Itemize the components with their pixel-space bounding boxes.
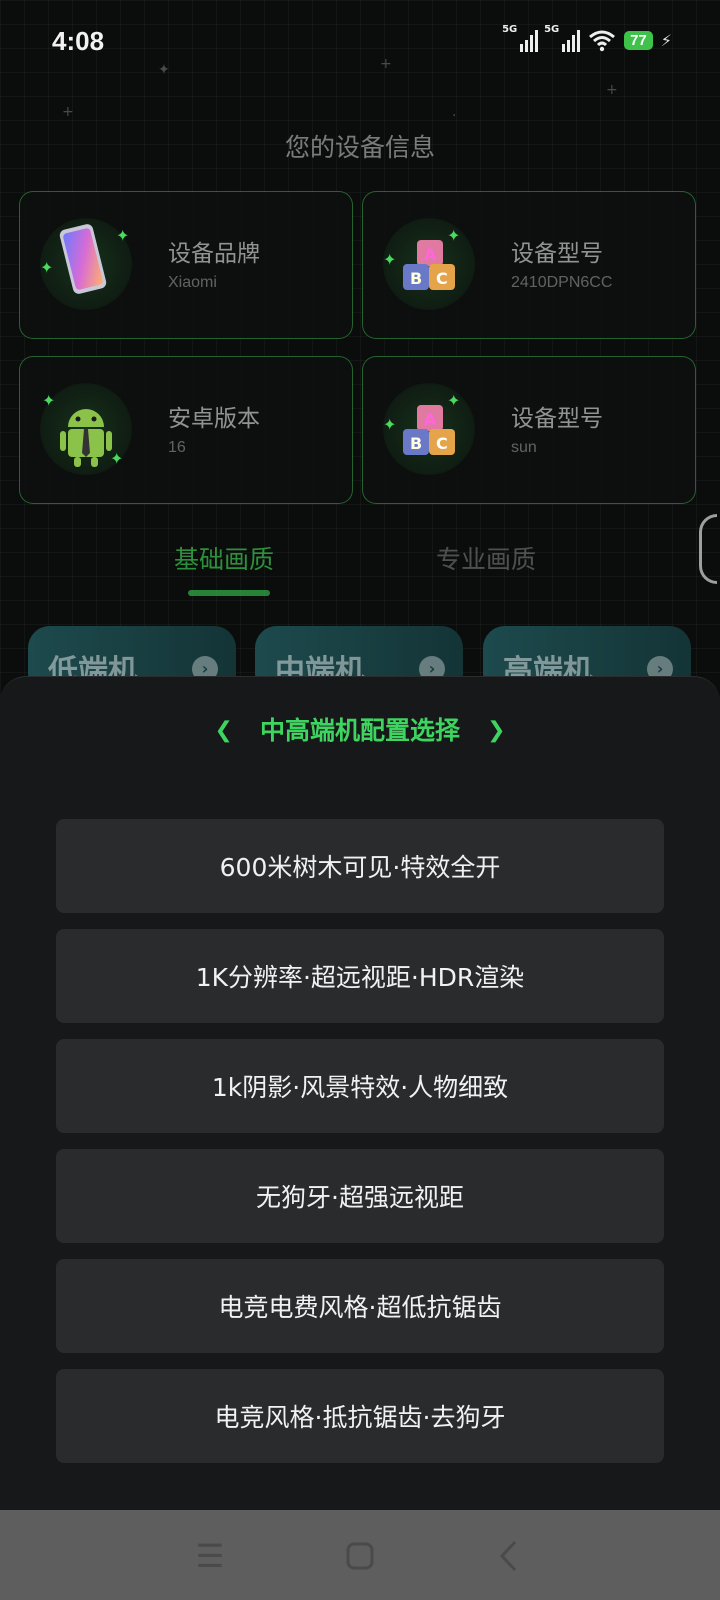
sparkle-icon: ✦: [40, 258, 54, 277]
card-value: 16: [168, 439, 186, 456]
svg-text:C: C: [436, 269, 448, 288]
sparkle-icon: ✦: [383, 415, 397, 434]
card-label: 设备型号: [511, 241, 603, 267]
svg-text:A: A: [424, 245, 437, 264]
config-option[interactable]: 1k阴影·风景特效·人物细致: [56, 1039, 664, 1133]
status-time: 4:08: [52, 26, 105, 56]
svg-text:C: C: [436, 434, 448, 453]
battery-indicator: 77: [624, 30, 653, 50]
card-label: 设备型号: [511, 406, 603, 432]
signal-icon: 5G: [502, 24, 539, 52]
network-type-label: 5G: [502, 24, 518, 35]
device-brand-card: ✦ ✦ 设备品牌 Xiaomi: [19, 191, 353, 339]
tab-basic-quality[interactable]: 基础画质: [174, 540, 274, 576]
device-model-card: A B C ✦ ✦ 设备型号 sun: [362, 356, 696, 504]
card-value: 2410DPN6CC: [511, 274, 613, 291]
svg-text:B: B: [410, 269, 422, 288]
quality-tabs: 基础画质 专业画质: [0, 540, 720, 600]
sheet-title: 中高端机配置选择: [259, 716, 460, 745]
charging-icon: ⚡: [660, 30, 672, 50]
card-value: Xiaomi: [168, 274, 217, 291]
home-icon[interactable]: [338, 1534, 382, 1578]
network-type-label: 5G: [544, 24, 560, 35]
abc-blocks-icon: A B C: [383, 218, 475, 310]
sparkle-icon: ✦: [447, 391, 461, 410]
sparkle-icon: ✦: [42, 391, 56, 410]
menu-icon[interactable]: ☰: [188, 1534, 232, 1578]
config-option[interactable]: 1K分辨率·超远视距·HDR渲染: [56, 929, 664, 1023]
sparkle-icon: ✦: [383, 250, 397, 269]
sparkle-icon: ·: [452, 108, 457, 124]
side-drawer-handle[interactable]: [699, 514, 717, 584]
sparkle-icon: ✦: [447, 226, 461, 245]
active-tab-indicator: [188, 590, 270, 596]
android-version-card: ✦ ✦ 安卓版本 16: [19, 356, 353, 504]
card-label: 设备品牌: [168, 241, 260, 267]
page-title: 您的设备信息: [284, 133, 435, 162]
system-nav-bar: ☰: [0, 1510, 720, 1600]
chevron-left-icon: ❮: [214, 718, 233, 743]
svg-text:B: B: [410, 434, 422, 453]
back-icon[interactable]: [488, 1534, 532, 1578]
abc-blocks-icon: A B C: [383, 383, 475, 475]
device-model-card: A B C ✦ ✦ 设备型号 2410DPN6CC: [362, 191, 696, 339]
sheet-header: ❮ 中高端机配置选择 ❯: [0, 711, 720, 747]
status-bar: 4:08 5G 5G 77 ⚡: [0, 0, 720, 90]
svg-text:A: A: [424, 410, 437, 429]
config-bottom-sheet: ❮ 中高端机配置选择 ❯ 600米树木可见·特效全开 1K分辨率·超远视距·HD…: [0, 676, 720, 1510]
card-value: sun: [511, 439, 537, 456]
sparkle-icon: +: [62, 104, 74, 120]
config-option[interactable]: 无狗牙·超强远视距: [56, 1149, 664, 1243]
sparkle-icon: ✦: [116, 226, 130, 245]
tab-pro-quality[interactable]: 专业画质: [436, 540, 536, 576]
wifi-icon: [589, 30, 616, 52]
status-icons: 5G 5G 77 ⚡: [502, 24, 672, 52]
chevron-right-icon: ❯: [487, 718, 506, 743]
config-option[interactable]: 电竞风格·抵抗锯齿·去狗牙: [56, 1369, 664, 1463]
card-label: 安卓版本: [168, 406, 260, 432]
sparkle-icon: ✦: [110, 449, 124, 468]
signal-icon: 5G: [544, 24, 581, 52]
config-option[interactable]: 600米树木可见·特效全开: [56, 819, 664, 913]
config-option[interactable]: 电竞电费风格·超低抗锯齿: [56, 1259, 664, 1353]
